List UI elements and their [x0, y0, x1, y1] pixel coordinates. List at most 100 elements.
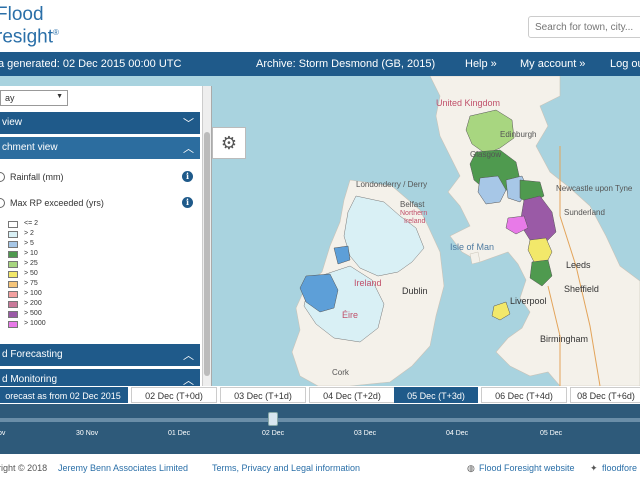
legend-label: > 200	[24, 300, 42, 307]
help-menu[interactable]: Help »	[465, 58, 497, 70]
label-liverpool: Liverpool	[510, 296, 547, 306]
view-select-value: ay	[5, 93, 15, 103]
slider-track[interactable]	[0, 418, 640, 422]
label-newcastle: Newcastle upon Tyne	[556, 184, 633, 193]
radio-rainfall-label: Rainfall (mm)	[10, 172, 64, 182]
tab-t4[interactable]: 06 Dec (T+4d)	[481, 387, 567, 403]
twitter-icon: ✦	[590, 463, 598, 473]
label-leeds: Leeds	[566, 260, 591, 270]
gear-icon[interactable]: ⚙	[212, 127, 246, 159]
label-dublin: Dublin	[402, 286, 428, 296]
tab-t6[interactable]: 08 Dec (T+6d)	[570, 387, 640, 403]
label-ni-2: Ireland	[404, 218, 426, 225]
radio-maxrp-row[interactable]: Max RP exceeded (yrs) i	[0, 197, 200, 212]
legend-label: > 10	[24, 250, 38, 257]
legend-label: > 5	[24, 240, 34, 247]
navbar: a generated: 02 Dec 2015 00:00 UTC Archi…	[0, 52, 640, 76]
app-root: Flood resight® a generated: 02 Dec 2015 …	[0, 0, 640, 480]
tab-forecast-from[interactable]: orecast as from 02 Dec 2015	[0, 387, 128, 403]
account-menu[interactable]: My account »	[520, 58, 585, 70]
logo[interactable]: Flood resight®	[0, 5, 59, 48]
logout-link[interactable]: Log ou	[610, 58, 640, 70]
tick-label: ov	[0, 430, 6, 437]
catchment-wales[interactable]	[491, 301, 511, 321]
label-ni-1: Northern	[400, 210, 428, 217]
label-uk: United Kingdom	[436, 98, 501, 108]
legend-swatch	[8, 291, 18, 298]
land-isle-of-man	[469, 251, 481, 265]
legend-label: > 75	[24, 280, 38, 287]
label-sunderland: Sunderland	[564, 208, 605, 217]
chevron-up-icon: ︿	[183, 143, 194, 155]
radio-rainfall[interactable]	[0, 172, 5, 182]
website-link[interactable]: Flood Foresight website	[479, 463, 575, 473]
tab-t2[interactable]: 04 Dec (T+2d)	[309, 387, 395, 403]
tick-label: 03 Dec	[354, 430, 377, 437]
panel-catchment[interactable]: chment view ︿	[0, 137, 200, 159]
logo-mark: ®	[53, 28, 59, 37]
sidebar-scrollbar[interactable]	[202, 86, 211, 386]
panel-catchment-label: chment view	[2, 142, 58, 153]
view-select[interactable]: ay ▼	[0, 90, 68, 106]
slider-handle[interactable]	[268, 412, 278, 426]
legend-label: > 2	[24, 230, 34, 237]
label-glasgow: Glasgow	[470, 150, 502, 159]
panel-forecasting-label: d Forecasting	[2, 349, 63, 360]
radio-maxrp[interactable]	[0, 198, 5, 208]
tab-t3[interactable]: 05 Dec (T+3d)	[394, 387, 478, 403]
legend-swatch	[8, 241, 18, 248]
header: Flood resight®	[0, 0, 640, 52]
time-slider[interactable]: ov 30 Nov 01 Dec 02 Dec 03 Dec 04 Dec 05…	[0, 404, 640, 454]
timeline-tabs: orecast as from 02 Dec 2015 02 Dec (T+0d…	[0, 386, 640, 404]
legend-swatch	[8, 271, 18, 278]
scrollbar-thumb[interactable]	[204, 132, 210, 376]
label-cork: Cork	[332, 368, 349, 377]
radio-rainfall-row[interactable]: Rainfall (mm) i	[0, 171, 200, 186]
panel-monitoring-label: d Monitoring	[2, 374, 58, 385]
label-birmingham: Birmingham	[540, 334, 589, 344]
info-icon[interactable]: i	[182, 197, 193, 208]
legend-swatch	[8, 301, 18, 308]
legend-swatch	[8, 231, 18, 238]
twitter-link[interactable]: floodfore	[602, 463, 637, 473]
generated-text: a generated: 02 Dec 2015 00:00 UTC	[0, 58, 182, 70]
label-edinburgh: Edinburgh	[500, 130, 537, 139]
legend-label: > 1000	[24, 320, 46, 327]
legend-swatch	[8, 281, 18, 288]
search-input[interactable]	[528, 16, 640, 38]
tick-label: 05 Dec	[540, 430, 563, 437]
legend-label: > 50	[24, 270, 38, 277]
footer: right © 2018 Jeremy Benn Associates Limi…	[0, 454, 640, 480]
copyright: right © 2018	[0, 463, 48, 473]
sidebar: ay ▼ view ﹀ chment view ︿ Rainfall (mm) …	[0, 86, 212, 387]
chevron-up-icon: ︿	[183, 350, 194, 362]
label-sheffield: Sheffield	[564, 284, 599, 294]
archive-menu[interactable]: Archive: Storm Desmond (GB, 2015)	[256, 58, 435, 70]
globe-icon: ◍	[467, 463, 475, 473]
info-icon[interactable]: i	[182, 171, 193, 182]
panel-view[interactable]: view ﹀	[0, 112, 200, 134]
panel-view-label: view	[2, 117, 23, 128]
tick-label: 30 Nov	[76, 430, 99, 437]
panel-monitoring[interactable]: d Monitoring ︿	[0, 369, 200, 387]
label-ireland-1: Ireland	[354, 278, 382, 288]
legend-label: > 100	[24, 290, 42, 297]
legend-swatch	[8, 321, 18, 328]
tab-t1[interactable]: 03 Dec (T+1d)	[220, 387, 306, 403]
logo-line2: resight	[0, 26, 54, 48]
legend-label: > 500	[24, 310, 42, 317]
panel-forecasting[interactable]: d Forecasting ︿	[0, 344, 200, 366]
label-ireland-2: Éire	[342, 310, 359, 320]
legend-swatch	[8, 221, 18, 228]
legend-label: > 25	[24, 260, 38, 267]
company-link[interactable]: Jeremy Benn Associates Limited	[58, 463, 188, 473]
chevron-down-icon: ﹀	[183, 118, 194, 130]
legend-label: <= 2	[24, 220, 39, 227]
tab-t0[interactable]: 02 Dec (T+0d)	[131, 387, 217, 403]
label-belfast: Belfast	[400, 200, 425, 209]
tick-label: 01 Dec	[168, 430, 191, 437]
terms-link[interactable]: Terms, Privacy and Legal information	[212, 463, 360, 473]
label-londonderry: Londonderry / Derry	[356, 180, 428, 189]
label-isle-of-man: Isle of Man	[450, 242, 495, 252]
caret-down-icon: ▼	[56, 93, 63, 100]
